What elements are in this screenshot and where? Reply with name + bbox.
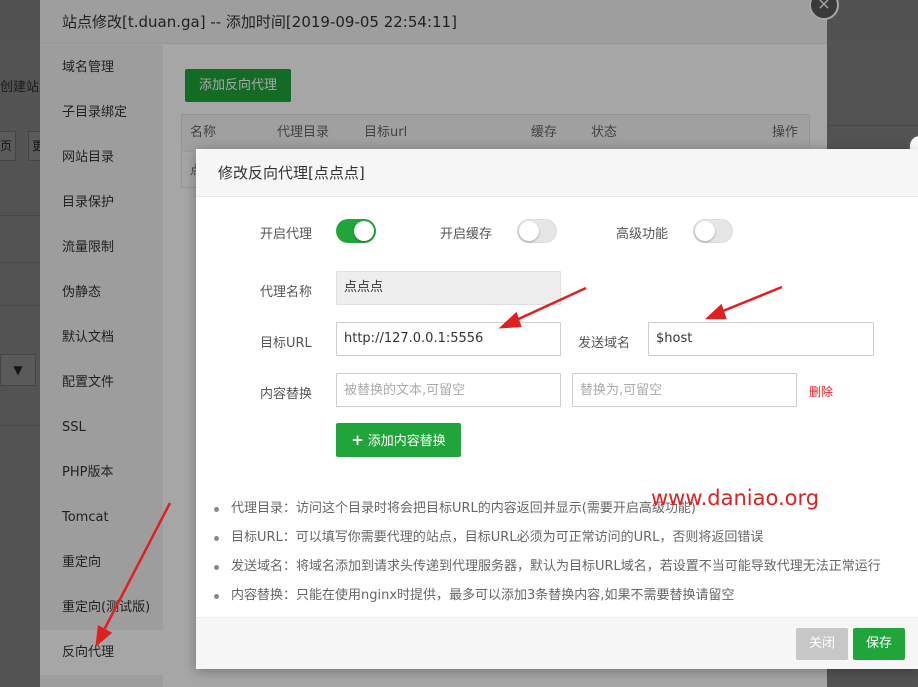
advanced-toggle[interactable] — [693, 219, 733, 243]
close-button[interactable]: 关闭 — [796, 628, 848, 660]
enable-cache-toggle[interactable] — [517, 219, 557, 243]
help-tip: 目标URL：可以填写你需要代理的站点，目标URL必须为可正常访问的URL，否则将… — [211, 528, 911, 557]
send-domain-input[interactable]: $host — [648, 322, 874, 356]
toggle-knob — [695, 221, 715, 241]
proxy-name-label: 代理名称 — [260, 285, 313, 300]
dialog-footer: 关闭 保存 — [196, 617, 918, 669]
help-tip: 内容替换：只能在使用nginx时提供，最多可以添加3条替换内容,如果不需要替换请… — [211, 586, 911, 615]
replace-to-input[interactable] — [572, 373, 797, 407]
help-tip: 发送域名：将域名添加到请求头传递到代理服务器，默认为目标URL域名，若设置不当可… — [211, 557, 911, 586]
enable-cache-label: 开启缓存 — [440, 227, 493, 242]
enable-proxy-toggle[interactable] — [336, 219, 376, 243]
add-content-replace-button[interactable]: + 添加内容替换 — [336, 423, 461, 457]
send-domain-label: 发送域名 — [578, 336, 631, 351]
add-content-replace-label: 添加内容替换 — [367, 434, 446, 449]
watermark-text: www.daniao.org — [651, 486, 820, 510]
proxy-name-field[interactable]: 点点点 — [336, 271, 561, 305]
delete-replace-link[interactable]: 删除 — [809, 383, 833, 400]
target-url-label: 目标URL — [260, 336, 312, 351]
advanced-label: 高级功能 — [616, 227, 669, 242]
enable-proxy-label: 开启代理 — [260, 227, 313, 242]
toggle-knob — [519, 221, 539, 241]
target-url-input[interactable]: http://127.0.0.1:5556 — [336, 322, 561, 356]
plus-icon: + — [351, 431, 364, 449]
help-tips-list: 代理目录：访问这个目录时将会把目标URL的内容返回并显示(需要开启高级功能) 目… — [211, 499, 911, 615]
replace-from-input[interactable] — [336, 373, 561, 407]
content-replace-label: 内容替换 — [260, 387, 313, 402]
edit-proxy-title: 修改反向代理[点点点] — [196, 149, 918, 197]
save-button[interactable]: 保存 — [853, 628, 905, 660]
toggle-knob — [354, 221, 374, 241]
edit-reverse-proxy-dialog: 修改反向代理[点点点] 开启代理 开启缓存 高级功能 代理名称 点点点 目标UR… — [196, 149, 918, 669]
